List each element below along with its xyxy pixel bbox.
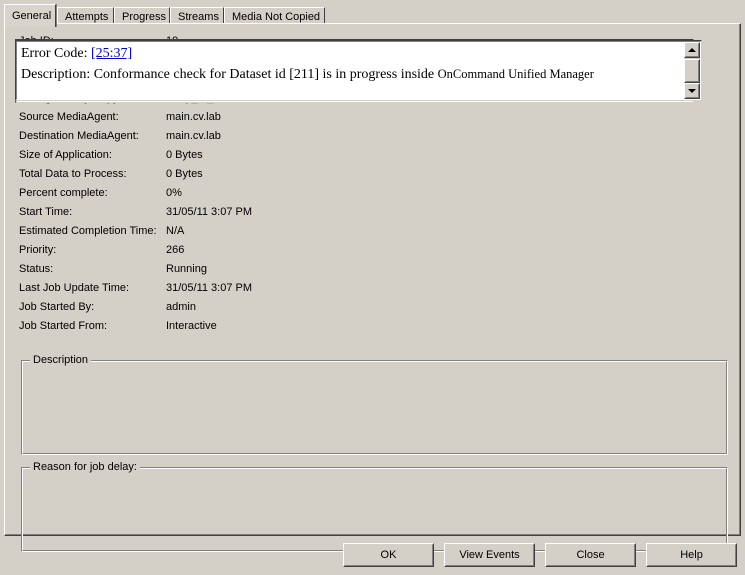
reason-text-content: Error Code: [25:37] Description: Conform…: [21, 44, 681, 85]
dialog-button-bar: OK View Events Close Help: [0, 540, 745, 575]
field-value: admin: [166, 298, 196, 317]
close-button[interactable]: Close: [545, 543, 636, 567]
field-value: N/A: [166, 222, 184, 241]
field-row: Job Started From: Interactive: [19, 317, 439, 336]
scrollbar-thumb[interactable]: [684, 59, 700, 83]
field-label: Percent complete:: [19, 184, 108, 203]
tab-label: Media Not Copied: [232, 11, 320, 23]
field-label: Last Job Update Time:: [19, 279, 129, 298]
tab-general[interactable]: General: [4, 4, 56, 27]
field-row: Percent complete: 0%: [19, 184, 439, 203]
field-label: Job Started By:: [19, 298, 94, 317]
reason-line-error-code: Error Code: [25:37]: [21, 44, 681, 64]
view-events-button[interactable]: View Events: [444, 543, 535, 567]
scroll-down-icon[interactable]: [684, 83, 700, 99]
field-row: Source MediaAgent: main.cv.lab: [19, 108, 439, 127]
field-label: Start Time:: [19, 203, 72, 222]
field-value: 0 Bytes: [166, 146, 203, 165]
field-row: Size of Application: 0 Bytes: [19, 146, 439, 165]
field-label: Total Data to Process:: [19, 165, 127, 184]
tab-label: Streams: [178, 11, 219, 23]
field-value: main.cv.lab: [166, 127, 221, 146]
button-label: Close: [546, 544, 635, 566]
ok-button[interactable]: OK: [343, 543, 434, 567]
field-label: Source MediaAgent:: [19, 108, 119, 127]
field-row: Status: Running: [19, 260, 439, 279]
reason-vertical-scrollbar[interactable]: [684, 42, 700, 99]
field-row: Total Data to Process: 0 Bytes: [19, 165, 439, 184]
reason-groupbox-title: Reason for job delay:: [30, 461, 140, 473]
button-label: OK: [344, 544, 433, 566]
field-label: Status:: [19, 260, 53, 279]
field-label: Destination MediaAgent:: [19, 127, 139, 146]
field-value: 0 Bytes: [166, 165, 203, 184]
reason-groupbox-inner: [22, 468, 727, 551]
field-value: Running: [166, 260, 207, 279]
reason-line-description: Description: Conformance check for Datas…: [21, 64, 681, 85]
field-row: Last Job Update Time: 31/05/11 3:07 PM: [19, 279, 439, 298]
reason-product-name: OnCommand Unified Manager: [438, 67, 594, 81]
help-button[interactable]: Help: [646, 543, 737, 567]
tab-strip: General Attempts Progress Streams Media Not …: [4, 4, 741, 25]
field-value: main.cv.lab: [166, 108, 221, 127]
description-groupbox-inner: [22, 361, 727, 454]
field-value: 266: [166, 241, 184, 260]
tab-label: Attempts: [65, 11, 108, 23]
tab-content-panel-general: Job ID:19Operation:Auxiliary CopyStorage…: [4, 23, 741, 536]
field-row: Destination MediaAgent: main.cv.lab: [19, 127, 439, 146]
description-groupbox-title: Description: [30, 354, 91, 366]
field-label: Estimated Completion Time:: [19, 222, 157, 241]
field-label: Priority:: [19, 241, 56, 260]
reason-for-job-delay-textarea[interactable]: Error Code: [25:37] Description: Conform…: [15, 40, 702, 101]
field-value: Interactive: [166, 317, 217, 336]
field-value: 0%: [166, 184, 182, 203]
field-label: Job Started From:: [19, 317, 107, 336]
field-value: 31/05/11 3:07 PM: [166, 203, 252, 222]
tab-label: Progress: [122, 11, 166, 23]
description-groupbox: Description: [21, 360, 728, 455]
button-label: Help: [647, 544, 736, 566]
field-row: Estimated Completion Time: N/A: [19, 222, 439, 241]
error-code-link[interactable]: [25:37]: [91, 46, 132, 61]
field-value: 31/05/11 3:07 PM: [166, 279, 252, 298]
field-row: Job Started By: admin: [19, 298, 439, 317]
field-row: Priority: 266: [19, 241, 439, 260]
reason-description-text: Description: Conformance check for Datas…: [21, 67, 438, 82]
field-row: Start Time: 31/05/11 3:07 PM: [19, 203, 439, 222]
error-code-label: Error Code:: [21, 46, 91, 61]
button-label: View Events: [445, 544, 534, 566]
scroll-up-icon[interactable]: [684, 42, 700, 58]
tab-label: General: [12, 10, 51, 22]
field-label: Size of Application:: [19, 146, 112, 165]
